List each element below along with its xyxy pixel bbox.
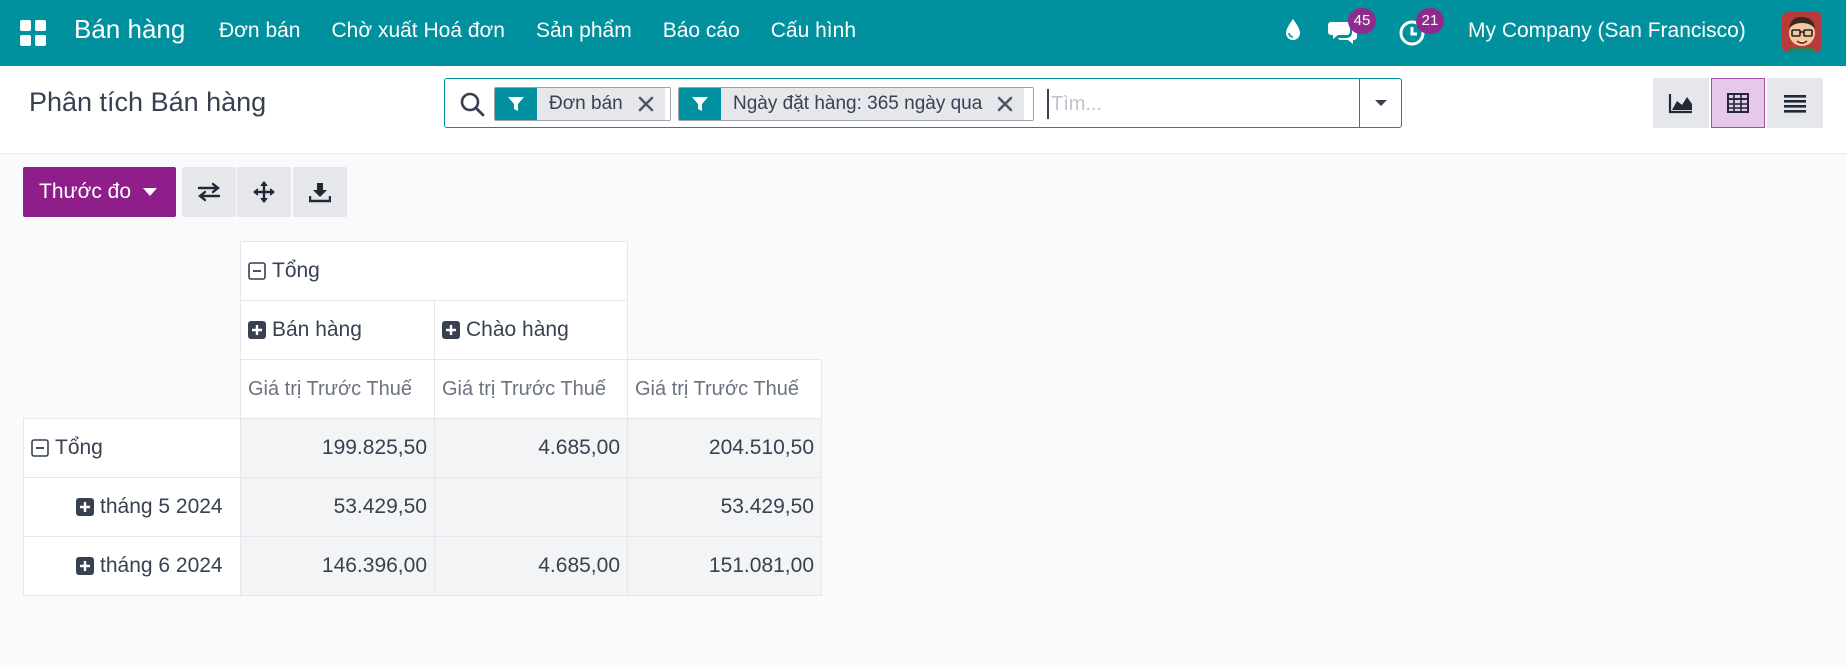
pivot-col-header-quotation[interactable]: Chào hàng <box>434 300 628 360</box>
pivot-row-header-total[interactable]: Tổng <box>23 418 241 478</box>
pivot-cell[interactable]: 146.396,00 <box>240 536 435 596</box>
pivot-cell[interactable]: 4.685,00 <box>434 418 628 478</box>
page-title: Phân tích Bán hàng <box>29 87 267 117</box>
top-navbar: Bán hàng Đơn bán Chờ xuất Hoá đơn Sản ph… <box>0 0 1846 66</box>
pivot-col-header-sales[interactable]: Bán hàng <box>240 300 435 360</box>
table-row: tháng 6 2024 146.396,00 4.685,00 151.081… <box>23 536 822 596</box>
expand-icon <box>248 321 266 339</box>
pivot-cell[interactable]: 4.685,00 <box>434 536 628 596</box>
table-row: tháng 5 2024 53.429,50 53.429,50 <box>23 477 822 537</box>
search-input[interactable] <box>1047 89 1347 119</box>
close-icon[interactable] <box>637 95 655 113</box>
pivot-cell[interactable] <box>434 477 628 537</box>
flip-axis-button[interactable] <box>182 167 236 217</box>
facet-label: Ngày đặt hàng: 365 ngày qua <box>733 93 983 114</box>
avatar-face-icon <box>1782 12 1822 52</box>
expand-all-button[interactable] <box>237 167 291 217</box>
collapse-icon <box>248 262 266 280</box>
expand-icon <box>76 557 94 575</box>
measures-label: Thước đo <box>39 180 132 203</box>
menu-item-orders[interactable]: Đơn bán <box>219 19 301 43</box>
apps-menu-icon[interactable] <box>20 20 46 46</box>
table-row: Tổng 199.825,50 4.685,00 204.510,50 <box>23 418 822 478</box>
pivot-corner <box>24 242 241 301</box>
menu-item-to-invoice[interactable]: Chờ xuất Hoá đơn <box>332 19 505 43</box>
pivot-measure-header[interactable]: Giá trị Trước Thuế <box>240 359 435 419</box>
caret-down-icon <box>1374 100 1387 106</box>
pivot-col-header-total[interactable]: Tổng <box>240 241 628 301</box>
list-view-button[interactable] <box>1767 78 1823 128</box>
menu-item-products[interactable]: Sản phẩm <box>536 19 632 43</box>
pivot-row-header-may-2024[interactable]: tháng 5 2024 <box>23 477 241 537</box>
pivot-cell[interactable]: 199.825,50 <box>240 418 435 478</box>
measures-dropdown-button[interactable]: Thước đo <box>23 167 176 217</box>
table-icon <box>1727 93 1749 113</box>
user-avatar[interactable] <box>1782 12 1822 52</box>
search-facet-sales-orders: Đơn bán <box>494 87 671 121</box>
download-icon <box>309 183 331 203</box>
pivot-cell-total[interactable]: 204.510,50 <box>627 418 822 478</box>
activity-count-badge: 21 <box>1416 8 1444 34</box>
company-switcher[interactable]: My Company (San Francisco) <box>1468 19 1746 43</box>
search-bar: Đơn bán Ngày đặt hàng: 365 ngày qua <box>444 78 1402 128</box>
view-switcher <box>1653 78 1823 128</box>
pivot-measure-header[interactable]: Giá trị Trước Thuế <box>627 359 822 419</box>
pivot-measure-header[interactable]: Giá trị Trước Thuế <box>434 359 628 419</box>
download-button[interactable] <box>293 167 347 217</box>
list-icon <box>1784 95 1806 113</box>
close-icon[interactable] <box>996 95 1014 113</box>
pivot-table: Tổng Bán hàng Chào hàng Giá trị Trước Th… <box>23 241 822 596</box>
facet-label: Đơn bán <box>549 93 623 114</box>
water-drop-icon[interactable] <box>1284 18 1302 42</box>
pivot-cell-total[interactable]: 53.429,50 <box>627 477 822 537</box>
main-menu: Đơn bán Chờ xuất Hoá đơn Sản phẩm Báo cá… <box>219 19 887 43</box>
pivot-cell[interactable]: 53.429,50 <box>240 477 435 537</box>
search-facet-order-date: Ngày đặt hàng: 365 ngày qua <box>678 87 1034 121</box>
pivot-cell-total[interactable]: 151.081,00 <box>627 536 822 596</box>
area-chart-icon <box>1668 94 1692 114</box>
menu-item-reporting[interactable]: Báo cáo <box>663 19 740 43</box>
flip-axis-icon <box>197 182 221 202</box>
pivot-row-header-june-2024[interactable]: tháng 6 2024 <box>23 536 241 596</box>
caret-down-icon <box>143 188 158 196</box>
filter-icon <box>679 88 721 120</box>
pivot-view-button[interactable] <box>1711 78 1765 128</box>
menu-item-configuration[interactable]: Cấu hình <box>771 19 856 43</box>
app-name[interactable]: Bán hàng <box>74 14 185 45</box>
arrows-move-icon <box>253 181 275 203</box>
control-panel: Phân tích Bán hàng Đơn bán Ngày đặt hàng… <box>0 66 1846 154</box>
collapse-icon <box>31 439 49 457</box>
expand-icon <box>442 321 460 339</box>
graph-view-button[interactable] <box>1653 78 1709 128</box>
chat-count-badge: 45 <box>1348 8 1376 34</box>
filter-icon <box>495 88 537 120</box>
search-options-toggle[interactable] <box>1359 79 1401 127</box>
expand-icon <box>76 498 94 516</box>
search-icon[interactable] <box>459 91 485 117</box>
